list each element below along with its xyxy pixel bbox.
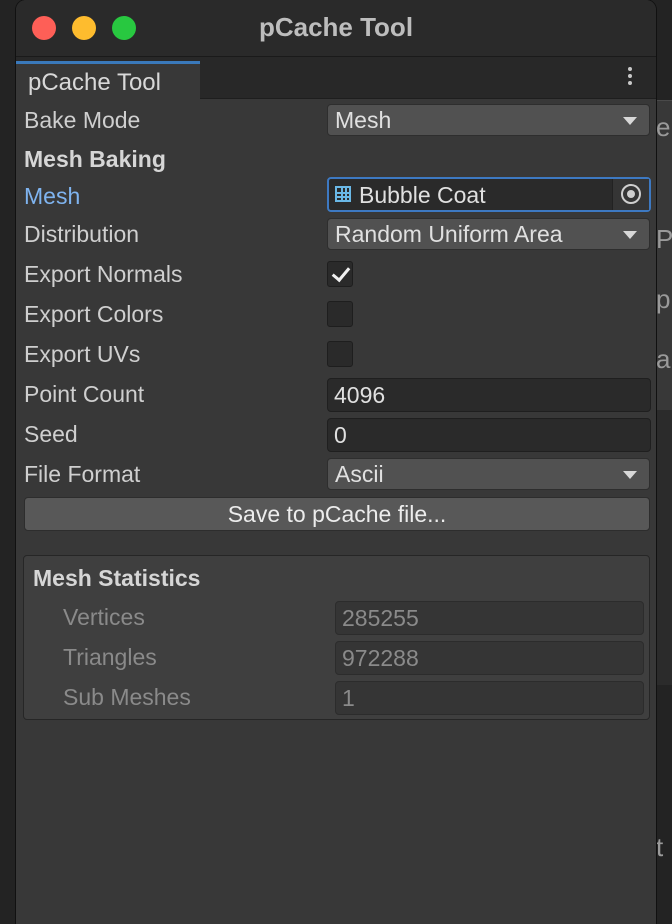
mesh-icon	[335, 186, 351, 202]
point-count-input[interactable]: 4096	[327, 378, 651, 412]
export-uvs-checkbox[interactable]	[327, 341, 353, 367]
export-normals-label: Export Normals	[24, 261, 183, 287]
export-colors-row: Export Colors	[16, 295, 656, 335]
mesh-statistics-heading: Mesh Statistics	[33, 565, 201, 591]
file-format-dropdown[interactable]: Ascii	[327, 458, 650, 490]
seed-input[interactable]: 0	[327, 418, 651, 452]
export-uvs-row: Export UVs	[16, 335, 656, 375]
export-colors-checkbox[interactable]	[327, 301, 353, 327]
object-picker-button[interactable]	[612, 179, 649, 210]
title-bar[interactable]: pCache Tool	[16, 0, 656, 57]
file-format-label: File Format	[24, 461, 141, 487]
sub-meshes-field: 1	[335, 681, 644, 715]
export-uvs-label: Export UVs	[24, 341, 141, 367]
bake-mode-dropdown[interactable]: Mesh	[327, 104, 650, 136]
distribution-row: Distribution Random Uniform Area	[16, 215, 656, 255]
chevron-down-icon	[623, 231, 637, 239]
background-text: t	[656, 832, 664, 862]
triangles-label: Triangles	[63, 644, 157, 670]
seed-row: Seed 0	[16, 415, 656, 455]
seed-value: 0	[334, 422, 347, 448]
background-text: a	[656, 344, 671, 374]
sub-meshes-label: Sub Meshes	[63, 684, 191, 710]
mesh-statistics-panel: Mesh Statistics Vertices 285255 Triangle…	[23, 555, 650, 720]
sub-meshes-value: 1	[342, 685, 355, 711]
distribution-value: Random Uniform Area	[335, 221, 563, 247]
mesh-row: Mesh Bubble Coat	[16, 177, 656, 217]
window-title: pCache Tool	[258, 12, 414, 42]
background-text: e	[656, 112, 671, 142]
tab-label: pCache Tool	[28, 69, 161, 96]
distribution-label: Distribution	[24, 221, 140, 247]
file-format-row: File Format Ascii	[16, 455, 656, 495]
mesh-value: Bubble Coat	[359, 182, 486, 208]
bake-mode-row: Bake Mode Mesh	[16, 101, 656, 141]
save-to-pcache-button[interactable]: Save to pCache file...	[24, 497, 650, 531]
export-colors-label: Export Colors	[24, 301, 164, 327]
vertices-label: Vertices	[63, 604, 145, 630]
pcache-tool-window: pCache Tool pCache Tool Bake Mode Mesh M…	[16, 0, 656, 924]
background-text: Po	[656, 224, 672, 254]
vertices-field: 285255	[335, 601, 644, 635]
mesh-label: Mesh	[24, 183, 81, 209]
mesh-object-field[interactable]: Bubble Coat	[327, 177, 651, 212]
seed-label: Seed	[24, 421, 78, 447]
point-count-label: Point Count	[24, 381, 145, 407]
bake-mode-label: Bake Mode	[24, 107, 141, 133]
export-normals-row: Export Normals	[16, 255, 656, 295]
checkmark-icon	[331, 262, 351, 283]
mesh-baking-heading: Mesh Baking	[24, 146, 166, 172]
triangles-field: 972288	[335, 641, 644, 675]
tab-pcache-tool[interactable]: pCache Tool	[16, 61, 200, 99]
point-count-value: 4096	[334, 382, 386, 408]
chevron-down-icon	[623, 471, 637, 479]
bake-mode-value: Mesh	[335, 107, 392, 133]
tab-bar: pCache Tool	[16, 57, 656, 99]
chevron-down-icon	[623, 117, 637, 125]
export-normals-checkbox[interactable]	[327, 261, 353, 287]
distribution-dropdown[interactable]: Random Uniform Area	[327, 218, 650, 250]
triangles-value: 972288	[342, 645, 419, 671]
save-button-label: Save to pCache file...	[227, 501, 447, 527]
vertices-value: 285255	[342, 605, 419, 631]
point-count-row: Point Count 4096	[16, 375, 656, 415]
background-text: p	[656, 284, 671, 314]
more-options-icon[interactable]	[624, 65, 636, 89]
file-format-value: Ascii	[335, 461, 384, 487]
